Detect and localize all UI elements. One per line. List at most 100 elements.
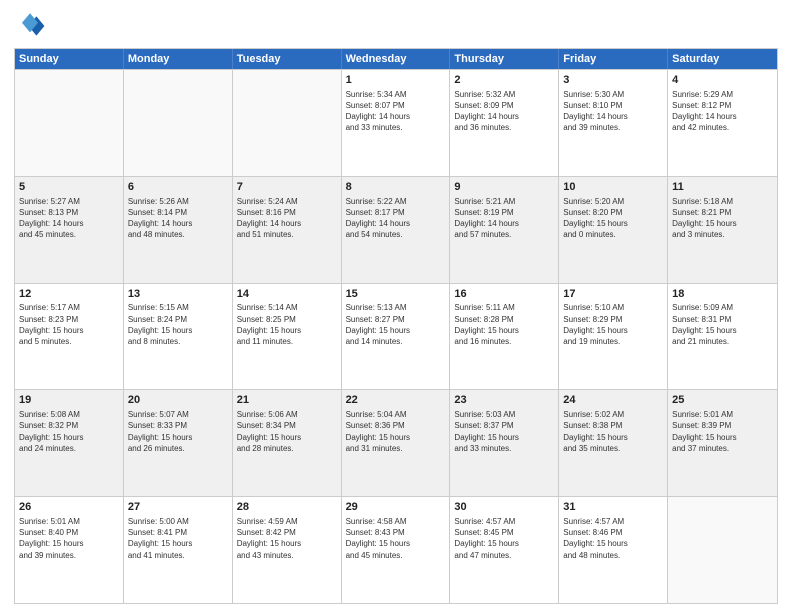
day-number: 11 xyxy=(672,180,773,195)
cell-details: Sunrise: 5:14 AMSunset: 8:25 PMDaylight:… xyxy=(237,302,337,347)
calendar-cell: 7Sunrise: 5:24 AMSunset: 8:16 PMDaylight… xyxy=(233,177,342,283)
cell-details: Sunrise: 5:09 AMSunset: 8:31 PMDaylight:… xyxy=(672,302,773,347)
day-number: 30 xyxy=(454,500,554,515)
cell-details: Sunrise: 5:00 AMSunset: 8:41 PMDaylight:… xyxy=(128,516,228,561)
calendar-cell: 19Sunrise: 5:08 AMSunset: 8:32 PMDayligh… xyxy=(15,390,124,496)
calendar-cell: 20Sunrise: 5:07 AMSunset: 8:33 PMDayligh… xyxy=(124,390,233,496)
calendar-cell: 15Sunrise: 5:13 AMSunset: 8:27 PMDayligh… xyxy=(342,284,451,390)
calendar-cell: 28Sunrise: 4:59 AMSunset: 8:42 PMDayligh… xyxy=(233,497,342,603)
day-number: 7 xyxy=(237,180,337,195)
day-number: 9 xyxy=(454,180,554,195)
day-number: 25 xyxy=(672,393,773,408)
calendar-cell: 8Sunrise: 5:22 AMSunset: 8:17 PMDaylight… xyxy=(342,177,451,283)
cell-details: Sunrise: 5:17 AMSunset: 8:23 PMDaylight:… xyxy=(19,302,119,347)
logo xyxy=(14,10,48,42)
cell-details: Sunrise: 5:07 AMSunset: 8:33 PMDaylight:… xyxy=(128,409,228,454)
day-number: 8 xyxy=(346,180,446,195)
day-number: 13 xyxy=(128,287,228,302)
calendar-cell: 30Sunrise: 4:57 AMSunset: 8:45 PMDayligh… xyxy=(450,497,559,603)
cell-details: Sunrise: 5:21 AMSunset: 8:19 PMDaylight:… xyxy=(454,196,554,241)
calendar-cell xyxy=(233,70,342,176)
calendar-cell: 14Sunrise: 5:14 AMSunset: 8:25 PMDayligh… xyxy=(233,284,342,390)
calendar-cell: 11Sunrise: 5:18 AMSunset: 8:21 PMDayligh… xyxy=(668,177,777,283)
day-number: 12 xyxy=(19,287,119,302)
cell-details: Sunrise: 5:22 AMSunset: 8:17 PMDaylight:… xyxy=(346,196,446,241)
cell-details: Sunrise: 5:04 AMSunset: 8:36 PMDaylight:… xyxy=(346,409,446,454)
calendar-cell xyxy=(668,497,777,603)
cell-details: Sunrise: 5:13 AMSunset: 8:27 PMDaylight:… xyxy=(346,302,446,347)
day-number: 24 xyxy=(563,393,663,408)
cell-details: Sunrise: 5:26 AMSunset: 8:14 PMDaylight:… xyxy=(128,196,228,241)
header-cell-sunday: Sunday xyxy=(15,49,124,69)
day-number: 28 xyxy=(237,500,337,515)
cell-details: Sunrise: 5:02 AMSunset: 8:38 PMDaylight:… xyxy=(563,409,663,454)
header-cell-thursday: Thursday xyxy=(450,49,559,69)
calendar-cell: 9Sunrise: 5:21 AMSunset: 8:19 PMDaylight… xyxy=(450,177,559,283)
day-number: 26 xyxy=(19,500,119,515)
calendar-row-1: 5Sunrise: 5:27 AMSunset: 8:13 PMDaylight… xyxy=(15,176,777,283)
header-cell-saturday: Saturday xyxy=(668,49,777,69)
calendar-cell: 4Sunrise: 5:29 AMSunset: 8:12 PMDaylight… xyxy=(668,70,777,176)
cell-details: Sunrise: 5:20 AMSunset: 8:20 PMDaylight:… xyxy=(563,196,663,241)
day-number: 19 xyxy=(19,393,119,408)
header-cell-monday: Monday xyxy=(124,49,233,69)
calendar-row-0: 1Sunrise: 5:34 AMSunset: 8:07 PMDaylight… xyxy=(15,69,777,176)
calendar-cell: 26Sunrise: 5:01 AMSunset: 8:40 PMDayligh… xyxy=(15,497,124,603)
page: SundayMondayTuesdayWednesdayThursdayFrid… xyxy=(0,0,792,612)
cell-details: Sunrise: 4:57 AMSunset: 8:46 PMDaylight:… xyxy=(563,516,663,561)
header xyxy=(14,10,778,42)
day-number: 22 xyxy=(346,393,446,408)
day-number: 18 xyxy=(672,287,773,302)
day-number: 29 xyxy=(346,500,446,515)
calendar-cell: 23Sunrise: 5:03 AMSunset: 8:37 PMDayligh… xyxy=(450,390,559,496)
calendar-cell: 1Sunrise: 5:34 AMSunset: 8:07 PMDaylight… xyxy=(342,70,451,176)
cell-details: Sunrise: 5:10 AMSunset: 8:29 PMDaylight:… xyxy=(563,302,663,347)
calendar-cell: 16Sunrise: 5:11 AMSunset: 8:28 PMDayligh… xyxy=(450,284,559,390)
cell-details: Sunrise: 4:57 AMSunset: 8:45 PMDaylight:… xyxy=(454,516,554,561)
cell-details: Sunrise: 5:32 AMSunset: 8:09 PMDaylight:… xyxy=(454,89,554,134)
header-cell-friday: Friday xyxy=(559,49,668,69)
calendar-cell: 3Sunrise: 5:30 AMSunset: 8:10 PMDaylight… xyxy=(559,70,668,176)
cell-details: Sunrise: 4:59 AMSunset: 8:42 PMDaylight:… xyxy=(237,516,337,561)
cell-details: Sunrise: 5:01 AMSunset: 8:40 PMDaylight:… xyxy=(19,516,119,561)
calendar-cell: 13Sunrise: 5:15 AMSunset: 8:24 PMDayligh… xyxy=(124,284,233,390)
day-number: 16 xyxy=(454,287,554,302)
calendar-cell xyxy=(124,70,233,176)
calendar-cell: 25Sunrise: 5:01 AMSunset: 8:39 PMDayligh… xyxy=(668,390,777,496)
calendar-cell: 22Sunrise: 5:04 AMSunset: 8:36 PMDayligh… xyxy=(342,390,451,496)
header-cell-wednesday: Wednesday xyxy=(342,49,451,69)
cell-details: Sunrise: 5:24 AMSunset: 8:16 PMDaylight:… xyxy=(237,196,337,241)
cell-details: Sunrise: 5:18 AMSunset: 8:21 PMDaylight:… xyxy=(672,196,773,241)
calendar-cell xyxy=(15,70,124,176)
header-cell-tuesday: Tuesday xyxy=(233,49,342,69)
day-number: 23 xyxy=(454,393,554,408)
day-number: 20 xyxy=(128,393,228,408)
cell-details: Sunrise: 5:01 AMSunset: 8:39 PMDaylight:… xyxy=(672,409,773,454)
calendar-cell: 2Sunrise: 5:32 AMSunset: 8:09 PMDaylight… xyxy=(450,70,559,176)
day-number: 2 xyxy=(454,73,554,88)
calendar-cell: 12Sunrise: 5:17 AMSunset: 8:23 PMDayligh… xyxy=(15,284,124,390)
calendar-cell: 5Sunrise: 5:27 AMSunset: 8:13 PMDaylight… xyxy=(15,177,124,283)
day-number: 6 xyxy=(128,180,228,195)
day-number: 17 xyxy=(563,287,663,302)
cell-details: Sunrise: 5:15 AMSunset: 8:24 PMDaylight:… xyxy=(128,302,228,347)
calendar-cell: 17Sunrise: 5:10 AMSunset: 8:29 PMDayligh… xyxy=(559,284,668,390)
cell-details: Sunrise: 5:27 AMSunset: 8:13 PMDaylight:… xyxy=(19,196,119,241)
calendar-cell: 6Sunrise: 5:26 AMSunset: 8:14 PMDaylight… xyxy=(124,177,233,283)
calendar-row-2: 12Sunrise: 5:17 AMSunset: 8:23 PMDayligh… xyxy=(15,283,777,390)
day-number: 3 xyxy=(563,73,663,88)
calendar-row-4: 26Sunrise: 5:01 AMSunset: 8:40 PMDayligh… xyxy=(15,496,777,603)
day-number: 1 xyxy=(346,73,446,88)
calendar-cell: 31Sunrise: 4:57 AMSunset: 8:46 PMDayligh… xyxy=(559,497,668,603)
day-number: 5 xyxy=(19,180,119,195)
calendar-cell: 24Sunrise: 5:02 AMSunset: 8:38 PMDayligh… xyxy=(559,390,668,496)
cell-details: Sunrise: 5:30 AMSunset: 8:10 PMDaylight:… xyxy=(563,89,663,134)
calendar-header: SundayMondayTuesdayWednesdayThursdayFrid… xyxy=(15,49,777,69)
cell-details: Sunrise: 5:34 AMSunset: 8:07 PMDaylight:… xyxy=(346,89,446,134)
cell-details: Sunrise: 5:11 AMSunset: 8:28 PMDaylight:… xyxy=(454,302,554,347)
logo-icon xyxy=(14,10,46,42)
calendar-cell: 27Sunrise: 5:00 AMSunset: 8:41 PMDayligh… xyxy=(124,497,233,603)
calendar-cell: 21Sunrise: 5:06 AMSunset: 8:34 PMDayligh… xyxy=(233,390,342,496)
calendar: SundayMondayTuesdayWednesdayThursdayFrid… xyxy=(14,48,778,604)
cell-details: Sunrise: 5:03 AMSunset: 8:37 PMDaylight:… xyxy=(454,409,554,454)
